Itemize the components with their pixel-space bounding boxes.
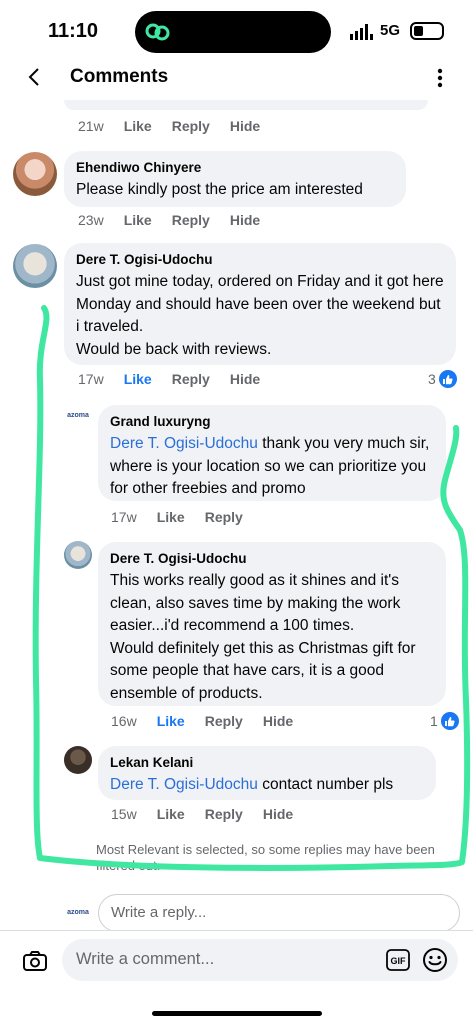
comment-text: Please kindly post the price am interest… [76,181,363,198]
hide-button[interactable]: Hide [230,212,260,228]
previous-comment-bubble [64,100,428,110]
reply-actions: 15w Like Reply Hide [111,806,294,822]
comment-author[interactable]: Dere T. Ogisi-Udochu [76,251,444,269]
svg-text:GIF: GIF [391,956,407,966]
comment-bubble: Dere T. Ogisi-Udochu Just got mine today… [64,243,456,365]
reply-bubble: Lekan Kelani Dere T. Ogisi-Udochu contac… [98,746,436,800]
reply-bubble: Grand luxuryng Dere T. Ogisi-Udochu than… [98,405,446,501]
comment-text: Just got mine today, ordered on Friday a… [76,273,444,358]
like-button[interactable]: Like [157,806,185,822]
avatar[interactable] [64,746,92,774]
comment-bar: Write a comment... GIF [0,930,473,1024]
avatar[interactable] [64,541,92,569]
status-time: 11:10 [48,20,99,42]
like-reaction-icon [440,712,459,730]
reply-author[interactable]: Lekan Kelani [110,754,424,772]
reaction-count[interactable]: 3 [428,370,457,388]
back-arrow-icon[interactable] [22,64,48,90]
hide-button[interactable]: Hide [230,118,260,134]
gif-icon[interactable]: GIF [386,949,410,971]
reply-text: Dere T. Ogisi-Udochu thank you very much… [110,435,430,497]
comment-actions: 17w Like Reply Hide [78,371,261,387]
status-bar: 11:10 5G [0,0,473,56]
filter-notice: Most Relevant is selected, so some repli… [96,842,435,872]
comments-header: Comments [0,56,473,100]
reply-button[interactable]: Reply [172,118,210,134]
reply-actions: 16w Like Reply Hide [111,713,294,729]
page-avatar: azoma [67,908,89,916]
camera-icon[interactable] [22,949,48,973]
like-button[interactable]: Like [124,371,152,387]
link-app-icon [145,23,170,41]
signal-icon [350,24,373,40]
comment-author[interactable]: Ehendiwo Chinyere [76,159,394,177]
reply-composer: azoma Write a reply... [64,892,460,932]
avatar[interactable] [13,152,57,196]
emoji-icon[interactable] [422,947,448,973]
like-button[interactable]: Like [157,509,185,525]
reply-button[interactable]: Reply [172,371,210,387]
dynamic-island [135,11,331,53]
reply-author[interactable]: Dere T. Ogisi-Udochu [110,550,434,568]
page-title: Comments [70,66,169,87]
comment-actions: 23w Like Reply Hide [78,212,261,228]
more-options-icon[interactable] [430,66,450,90]
reply-button[interactable]: Reply [205,806,243,822]
hide-button[interactable]: Hide [263,806,293,822]
page-avatar[interactable]: azoma [64,408,92,422]
like-button[interactable]: Like [124,212,152,228]
reply-text: This works really good as it shines and … [110,572,416,702]
reply-button[interactable]: Reply [172,212,210,228]
reply-input[interactable]: Write a reply... [98,894,460,932]
comment-bubble: Ehendiwo Chinyere Please kindly post the… [64,151,406,207]
reaction-count[interactable]: 1 [430,712,459,730]
reply-actions: 17w Like Reply [111,509,243,525]
reply-button[interactable]: Reply [205,509,243,525]
home-indicator [152,1011,322,1016]
hide-button[interactable]: Hide [230,371,260,387]
reply-bubble: Dere T. Ogisi-Udochu This works really g… [98,542,446,706]
network-type: 5G [380,22,401,39]
previous-comment-actions: 21w Like Reply Hide [78,118,261,134]
like-button[interactable]: Like [157,713,185,729]
reply-button[interactable]: Reply [205,713,243,729]
reply-text: Dere T. Ogisi-Udochu contact number pls [110,776,394,793]
hide-button[interactable]: Hide [263,713,293,729]
like-reaction-icon [438,370,457,388]
reply-author[interactable]: Grand luxuryng [110,413,434,431]
mention-link[interactable]: Dere T. Ogisi-Udochu [110,776,258,793]
mention-link[interactable]: Dere T. Ogisi-Udochu [110,435,258,452]
battery-icon [410,22,444,40]
avatar[interactable] [13,244,57,288]
like-button[interactable]: Like [124,118,152,134]
